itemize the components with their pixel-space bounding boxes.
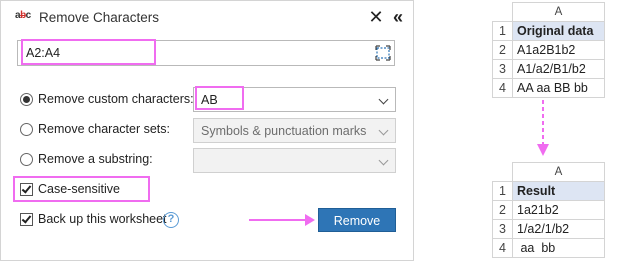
row-header[interactable]: 2 xyxy=(492,40,513,60)
option-label-character-sets: Remove character sets: xyxy=(38,122,170,136)
chevron-down-icon xyxy=(378,125,389,136)
original-data-header-cell[interactable]: Original data xyxy=(512,21,605,41)
close-icon[interactable]: ✕ xyxy=(367,7,385,27)
remove-button[interactable]: Remove xyxy=(318,208,396,232)
table-cell[interactable]: A1a2B1b2 xyxy=(512,40,605,60)
double-chevron-left-icon[interactable]: « xyxy=(389,7,407,27)
result-header-cell[interactable]: Result xyxy=(512,181,605,201)
sheet-corner xyxy=(492,162,513,182)
dashed-down-arrow xyxy=(537,100,549,156)
option-label-substring: Remove a substring: xyxy=(38,152,153,166)
table-cell[interactable]: 1/a2/1/b2 xyxy=(512,219,605,239)
column-header-a[interactable]: A xyxy=(512,2,605,22)
panel-title: Remove Characters xyxy=(39,10,160,25)
column-header-a[interactable]: A xyxy=(512,162,605,182)
table-cell[interactable]: aa bb xyxy=(512,238,605,258)
range-select-icon[interactable] xyxy=(375,45,391,61)
chevron-down-icon xyxy=(378,94,389,105)
pink-pointer-arrow xyxy=(249,214,315,226)
row-header[interactable]: 1 xyxy=(492,181,513,201)
row-header[interactable]: 1 xyxy=(492,21,513,41)
row-header[interactable]: 3 xyxy=(492,219,513,239)
option-label-custom-characters: Remove custom characters: xyxy=(38,92,194,106)
result-sheet: A 1 Result 2 1a21b2 3 1/a2/1/b2 4 aa bb xyxy=(492,162,605,258)
original-data-sheet: A 1 Original data 2 A1a2B1b2 3 A1/a2/B1/… xyxy=(492,2,605,98)
help-icon[interactable]: ? xyxy=(163,212,179,228)
radio-remove-custom-characters[interactable] xyxy=(20,93,33,106)
row-header[interactable]: 4 xyxy=(492,238,513,258)
app-icon: abc xyxy=(15,10,31,21)
case-sensitive-highlight-box xyxy=(13,176,150,202)
character-sets-value: Symbols & punctuation marks xyxy=(201,124,367,138)
characters-highlight-box xyxy=(195,86,244,110)
table-cell[interactable]: AA aa BB bb xyxy=(512,78,605,98)
radio-remove-character-sets[interactable] xyxy=(20,123,33,136)
radio-remove-substring[interactable] xyxy=(20,153,33,166)
table-cell[interactable]: 1a21b2 xyxy=(512,200,605,220)
title-bar: abc Remove Characters ✕ « xyxy=(1,1,413,37)
backup-label: Back up this worksheet xyxy=(38,212,167,226)
row-header[interactable]: 4 xyxy=(492,78,513,98)
range-highlight-box xyxy=(21,39,156,65)
substring-combo[interactable] xyxy=(193,148,396,173)
sheet-corner xyxy=(492,2,513,22)
chevron-down-icon xyxy=(378,155,389,166)
checkmark-icon xyxy=(21,213,32,224)
backup-checkbox[interactable] xyxy=(20,213,33,226)
table-cell[interactable]: A1/a2/B1/b2 xyxy=(512,59,605,79)
row-header[interactable]: 2 xyxy=(492,200,513,220)
character-sets-combo[interactable]: Symbols & punctuation marks xyxy=(193,118,396,143)
row-header[interactable]: 3 xyxy=(492,59,513,79)
